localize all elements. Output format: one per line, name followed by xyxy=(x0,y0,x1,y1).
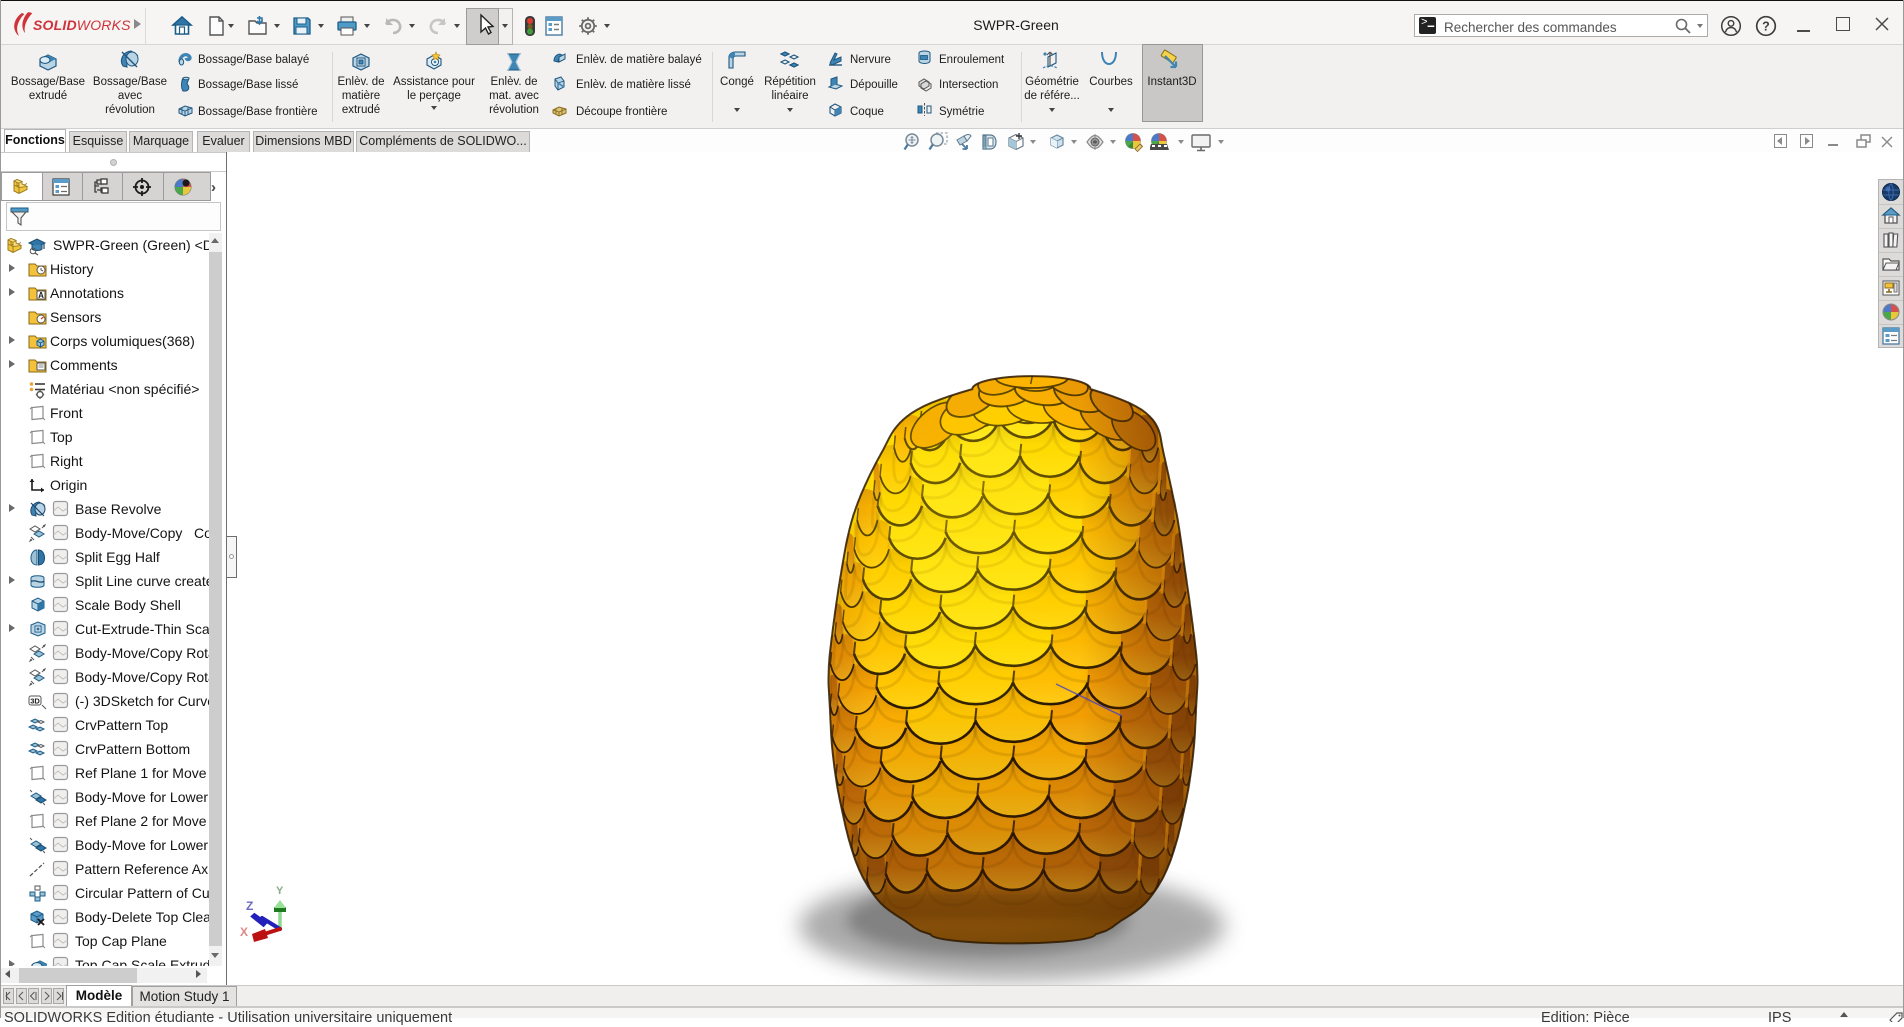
svg-text:Z: Z xyxy=(246,899,253,913)
svg-text:X: X xyxy=(240,925,248,939)
svg-text:3D: 3D xyxy=(30,697,40,706)
svg-text:?: ? xyxy=(1762,20,1770,34)
svg-text:A: A xyxy=(38,291,44,300)
svg-text:Y: Y xyxy=(276,885,284,897)
